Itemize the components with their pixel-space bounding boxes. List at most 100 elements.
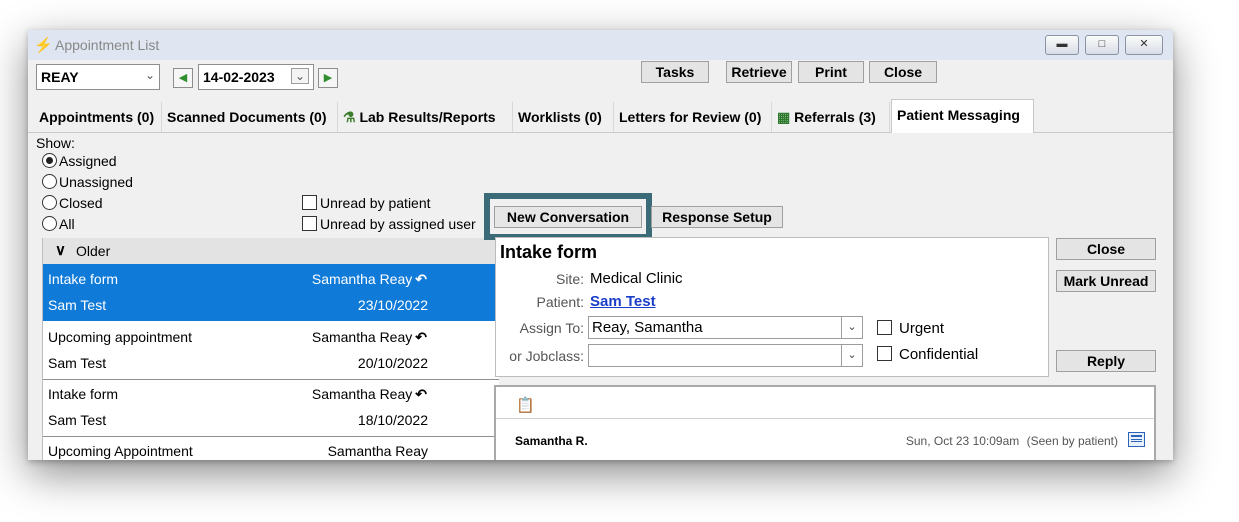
window-title: Appointment List [55, 37, 160, 53]
item-subject: Intake form [48, 386, 119, 402]
close-button[interactable]: Close [869, 61, 937, 83]
conversation-title: Intake form [500, 242, 598, 262]
checkbox-icon [877, 346, 892, 361]
message-details-icon[interactable] [1128, 432, 1145, 447]
urgent-checkbox[interactable]: Urgent [877, 320, 944, 337]
provider-value: REAY [41, 69, 79, 85]
item-sender-name: Samantha Reay [311, 329, 413, 345]
tab-appointments[interactable]: Appointments (0) [34, 102, 162, 132]
tab-referrals[interactable]: ▦ Referrals (3) [772, 102, 890, 132]
radio-all-label: All [59, 216, 75, 232]
unread-by-assigned-user-checkbox[interactable]: Unread by assigned user [302, 216, 484, 232]
item-subject: Upcoming appointment [48, 329, 192, 345]
assign-to-select[interactable]: Reay, Samantha ⌄ [588, 316, 863, 339]
message-author: Samantha R. [515, 434, 588, 448]
assign-to-label: Assign To: [519, 320, 584, 336]
previous-date-icon[interactable]: ◀ [173, 68, 193, 88]
unread-by-patient-checkbox[interactable]: Unread by patient [302, 195, 431, 211]
group-label: Older [76, 243, 111, 259]
radio-icon [42, 195, 57, 210]
reply-arrow-icon: ↶ [415, 329, 427, 345]
tab-worklists[interactable]: Worklists (0) [513, 102, 614, 132]
chevron-down-icon: ∨ [55, 242, 66, 259]
patient-label: Patient: [536, 294, 584, 310]
divider [496, 418, 1154, 419]
tasks-button[interactable]: Tasks [641, 61, 709, 83]
reply-arrow-icon: ↶ [415, 386, 427, 402]
item-sender: Samantha Reay [328, 443, 428, 459]
site-value: Medical Clinic [590, 270, 683, 287]
tab-scanned-documents[interactable]: Scanned Documents (0) [162, 102, 338, 132]
item-sender: Samantha Reay ↶ [312, 329, 427, 346]
chevron-down-icon: ⌄ [841, 317, 862, 338]
minimize-icon[interactable]: ▬ [1045, 35, 1079, 55]
close-window-icon[interactable]: ✕ [1125, 35, 1163, 55]
highlight-frame [484, 193, 652, 240]
item-subject: Upcoming Appointment [48, 443, 193, 459]
mark-unread-button[interactable]: Mark Unread [1056, 270, 1156, 292]
item-patient: Sam Test [48, 355, 107, 371]
radio-assigned-label: Assigned [59, 153, 117, 169]
close-conversation-button[interactable]: Close [1056, 238, 1156, 260]
date-value: 14-02-2023 [203, 69, 275, 85]
item-sender: Samantha Reay ↶ [312, 386, 427, 403]
reply-button[interactable]: Reply [1056, 350, 1156, 372]
radio-unassigned[interactable]: Unassigned [42, 174, 133, 190]
group-header-older[interactable]: ∨ Older [43, 238, 499, 265]
tab-bar: Appointments (0) Scanned Documents (0) ⚗… [28, 99, 1173, 133]
tab-patient-messaging[interactable]: Patient Messaging [891, 99, 1034, 133]
tab-lab-results[interactable]: ⚗ Lab Results/Reports [338, 102, 513, 132]
unread-by-patient-label: Unread by patient [320, 195, 431, 211]
provider-select[interactable]: REAY ⌄ [36, 64, 160, 90]
message-thread: 📋 Samantha R. Sun, Oct 23 10:09am (Seen … [494, 385, 1156, 460]
print-button[interactable]: Print [798, 61, 864, 83]
title-bar: ⚡ Appointment List ▬ □ ✕ [28, 30, 1173, 60]
checkbox-icon [302, 195, 317, 210]
unread-by-assigned-user-label: Unread by assigned user [320, 216, 476, 232]
item-date: 23/10/2022 [357, 297, 428, 313]
item-patient: Sam Test [48, 412, 107, 428]
checkbox-icon [302, 216, 317, 231]
reply-arrow-icon: ↶ [415, 271, 427, 287]
message-status: (Seen by patient) [1026, 434, 1118, 448]
radio-closed[interactable]: Closed [42, 195, 103, 211]
item-sender-name: Samantha Reay [311, 271, 413, 287]
clipboard-icon[interactable]: 📋 [516, 396, 535, 414]
item-sender: Samantha Reay ↶ [312, 271, 427, 288]
tab-referrals-label: Referrals (3) [794, 109, 876, 125]
site-label: Site: [555, 271, 584, 287]
item-sender-name: Samantha Reay [311, 386, 413, 402]
list-item[interactable]: Intake form Samantha Reay ↶ Sam Test 23/1… [43, 264, 499, 321]
confidential-checkbox[interactable]: Confidential [877, 346, 978, 363]
list-item[interactable]: Upcoming appointment Samantha Reay ↶ Sam … [43, 322, 499, 380]
referrals-icon: ▦ [777, 109, 791, 125]
next-date-icon[interactable]: ▶ [318, 68, 338, 88]
checkbox-icon [877, 320, 892, 335]
urgent-label: Urgent [899, 320, 945, 337]
patient-link[interactable]: Sam Test [590, 293, 656, 310]
radio-unassigned-label: Unassigned [59, 174, 133, 190]
item-date: 18/10/2022 [357, 412, 428, 428]
list-item[interactable]: Upcoming Appointment Samantha Reay [43, 436, 499, 460]
tab-letters-for-review[interactable]: Letters for Review (0) [614, 102, 772, 132]
list-item[interactable]: Intake form Samantha Reay ↶ Sam Test 18/1… [43, 379, 499, 437]
retrieve-button[interactable]: Retrieve [726, 61, 792, 83]
radio-icon [42, 174, 57, 189]
confidential-label: Confidential [899, 346, 979, 363]
assign-to-value: Reay, Samantha [592, 319, 703, 336]
date-select[interactable]: 14-02-2023 ⌄ [198, 64, 314, 90]
item-patient: Sam Test [48, 297, 107, 313]
item-date: 20/10/2022 [357, 355, 428, 371]
tab-lab-results-label: Lab Results/Reports [359, 109, 496, 125]
maximize-icon[interactable]: □ [1085, 35, 1119, 55]
radio-assigned[interactable]: Assigned [42, 153, 117, 169]
radio-all[interactable]: All [42, 216, 75, 232]
jobclass-select[interactable]: ⌄ [588, 344, 863, 367]
conversation-detail-panel: Intake form Site: Medical Clinic Patient… [495, 237, 1049, 377]
chevron-down-icon: ⌄ [841, 345, 862, 366]
chevron-down-icon: ⌄ [144, 68, 155, 82]
app-icon: ⚡ [34, 37, 53, 54]
chevron-down-icon[interactable]: ⌄ [291, 68, 309, 84]
item-sender-name: Samantha Reay [327, 443, 428, 459]
response-setup-button[interactable]: Response Setup [651, 206, 783, 228]
